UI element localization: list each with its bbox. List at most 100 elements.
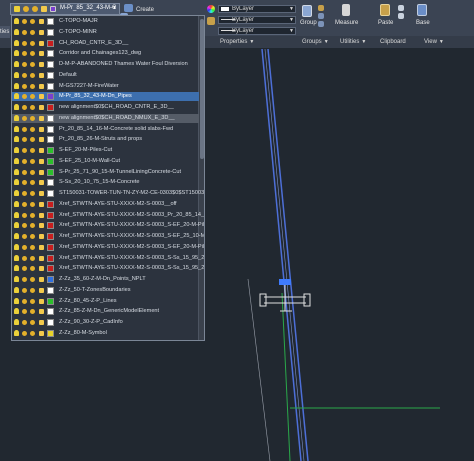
- freeze-sun-icon[interactable]: [22, 158, 27, 164]
- layer-row[interactable]: new alignment$0$CH_ROAD_CNTR_E_3D__: [12, 103, 199, 112]
- layer-color-swatch[interactable]: [47, 82, 54, 90]
- layer-color-swatch[interactable]: [47, 125, 54, 133]
- layer-color-swatch[interactable]: [47, 157, 54, 165]
- lock-icon[interactable]: [39, 234, 44, 239]
- color-wheel-icon[interactable]: [207, 5, 215, 13]
- layer-row[interactable]: Pr_20_85_14_16-M-Concrete solid slabs-Fw…: [12, 125, 199, 134]
- layer-color-swatch[interactable]: [47, 104, 54, 111]
- layer-row[interactable]: S-Pr_25_71_90_15-M-TunnelLiningConcrete-…: [12, 168, 199, 177]
- freeze-sun-icon[interactable]: [22, 277, 27, 282]
- viewport-sun-icon[interactable]: [30, 19, 35, 24]
- freeze-sun-icon[interactable]: [22, 234, 27, 239]
- layer-color-swatch[interactable]: [47, 329, 54, 337]
- viewport-sun-icon[interactable]: [30, 309, 35, 315]
- measure-button[interactable]: Measure: [335, 20, 358, 27]
- layer-row[interactable]: CH_ROAD_CNTR_E_3D__: [12, 39, 199, 48]
- groups-panel-label[interactable]: Groups ▼: [302, 38, 329, 47]
- layer-row[interactable]: S-EF_25_10-M-Wall-Cut: [12, 157, 199, 166]
- bulb-icon[interactable]: [14, 211, 19, 218]
- group-select-icon[interactable]: [318, 21, 324, 27]
- freeze-sun-icon[interactable]: [22, 298, 27, 304]
- layer-color-swatch[interactable]: [47, 93, 54, 101]
- create-block-button[interactable]: Create: [136, 7, 154, 14]
- lock-icon[interactable]: [39, 137, 44, 143]
- layer-row[interactable]: Z-Zz_80-M-Symbol: [12, 329, 199, 338]
- viewport-sun-icon[interactable]: [30, 201, 35, 207]
- layer-row[interactable]: Xref_STWTN-AYE-STU-XXXX-M2-S-0003_S-EF_2…: [12, 232, 204, 241]
- lock-icon[interactable]: [39, 180, 44, 186]
- bulb-icon[interactable]: [14, 179, 19, 186]
- bulb-icon[interactable]: [14, 243, 19, 250]
- bulb-icon[interactable]: [14, 308, 19, 315]
- layer-row[interactable]: new alignment$0$CH_ROAD_NMUX_E_3D__: [12, 113, 199, 123]
- layer-row[interactable]: Z-Zz_90_30-Z-P_CadInfo: [12, 318, 199, 327]
- freeze-sun-icon[interactable]: [22, 83, 27, 89]
- lock-icon[interactable]: [39, 255, 44, 261]
- layer-color-swatch[interactable]: [47, 50, 54, 58]
- freeze-sun-icon[interactable]: [22, 191, 27, 196]
- freeze-sun-icon[interactable]: [22, 255, 27, 261]
- layer-color-swatch[interactable]: [47, 211, 54, 219]
- viewport-sun-icon[interactable]: [30, 40, 35, 46]
- layer-color-swatch[interactable]: [47, 254, 54, 262]
- freeze-sun-icon[interactable]: [22, 266, 27, 272]
- freeze-sun-icon[interactable]: [22, 126, 27, 132]
- lock-icon[interactable]: [39, 148, 44, 153]
- lock-icon[interactable]: [39, 158, 44, 164]
- layer-color-swatch[interactable]: [47, 39, 54, 47]
- lock-icon[interactable]: [39, 266, 44, 272]
- viewport-sun-icon[interactable]: [30, 126, 35, 132]
- viewport-sun-icon[interactable]: [30, 51, 35, 57]
- ribbon-left-tab[interactable]: ties: [0, 26, 10, 38]
- cut-icon[interactable]: [398, 5, 404, 11]
- freeze-sun-icon[interactable]: [22, 105, 27, 110]
- freeze-sun-icon[interactable]: [22, 29, 27, 35]
- base-view-icon[interactable]: [417, 4, 427, 16]
- viewport-sun-icon[interactable]: [30, 180, 35, 186]
- linetype-dropdown[interactable]: ByLayer ▼: [218, 16, 296, 24]
- lock-icon[interactable]: [39, 244, 44, 250]
- bulb-icon[interactable]: [14, 114, 19, 121]
- layer-row[interactable]: M-GS7227-M-FireWater: [12, 82, 199, 91]
- lock-icon[interactable]: [39, 72, 44, 78]
- bulb-icon[interactable]: [14, 319, 19, 325]
- layer-row[interactable]: Z-Zz_80_45-Z-P_Lines: [12, 297, 199, 306]
- layer-row[interactable]: Xref_STWTN-AYE-STU-XXXX-M2-S-0003_S-Ss_1…: [12, 264, 204, 273]
- lock-icon[interactable]: [39, 169, 44, 175]
- lock-icon[interactable]: [39, 212, 44, 218]
- bulb-icon[interactable]: [14, 233, 19, 239]
- viewport-sun-icon[interactable]: [30, 191, 35, 196]
- layer-row[interactable]: Corridor and Chainages123_dwg: [12, 49, 199, 58]
- viewport-sun-icon[interactable]: [30, 212, 35, 218]
- utilities-panel-label[interactable]: Utilities ▼: [340, 38, 366, 47]
- viewport-sun-icon[interactable]: [30, 105, 35, 110]
- paste-button[interactable]: Paste: [378, 20, 393, 27]
- freeze-sun-icon[interactable]: [22, 62, 27, 67]
- layer-row[interactable]: Xref_STWTN-AYE-STU-XXXX-M2-S-0003_S-EF_2…: [12, 221, 204, 230]
- layer-color-swatch[interactable]: [47, 147, 54, 154]
- viewport-sun-icon[interactable]: [30, 277, 35, 282]
- layer-color-swatch[interactable]: [47, 168, 54, 176]
- bulb-icon[interactable]: [14, 190, 19, 196]
- layer-row[interactable]: C-TOPO-MINR: [12, 28, 199, 37]
- group-edit-icon[interactable]: [318, 13, 324, 19]
- freeze-sun-icon[interactable]: [22, 244, 27, 250]
- viewport-sun-icon[interactable]: [30, 244, 35, 250]
- bulb-icon[interactable]: [14, 136, 19, 143]
- lock-icon[interactable]: [39, 29, 44, 35]
- bulb-icon[interactable]: [14, 254, 19, 261]
- color-dropdown[interactable]: ByLayer ▼: [218, 5, 296, 13]
- layer-row[interactable]: D-M-P-ABANDONED Thames Water Foul Divers…: [12, 60, 199, 69]
- freeze-sun-icon[interactable]: [22, 201, 27, 207]
- lock-icon[interactable]: [39, 94, 44, 100]
- lock-icon[interactable]: [39, 115, 44, 121]
- viewport-sun-icon[interactable]: [30, 234, 35, 239]
- scrollbar-thumb[interactable]: [200, 19, 204, 159]
- layer-color-swatch[interactable]: [47, 319, 54, 326]
- bulb-icon[interactable]: [14, 265, 19, 272]
- match-properties-icon[interactable]: [207, 17, 215, 25]
- bulb-icon[interactable]: [14, 18, 19, 24]
- paste-icon[interactable]: [380, 4, 390, 16]
- bulb-icon[interactable]: [14, 82, 19, 89]
- lock-icon[interactable]: [39, 51, 44, 57]
